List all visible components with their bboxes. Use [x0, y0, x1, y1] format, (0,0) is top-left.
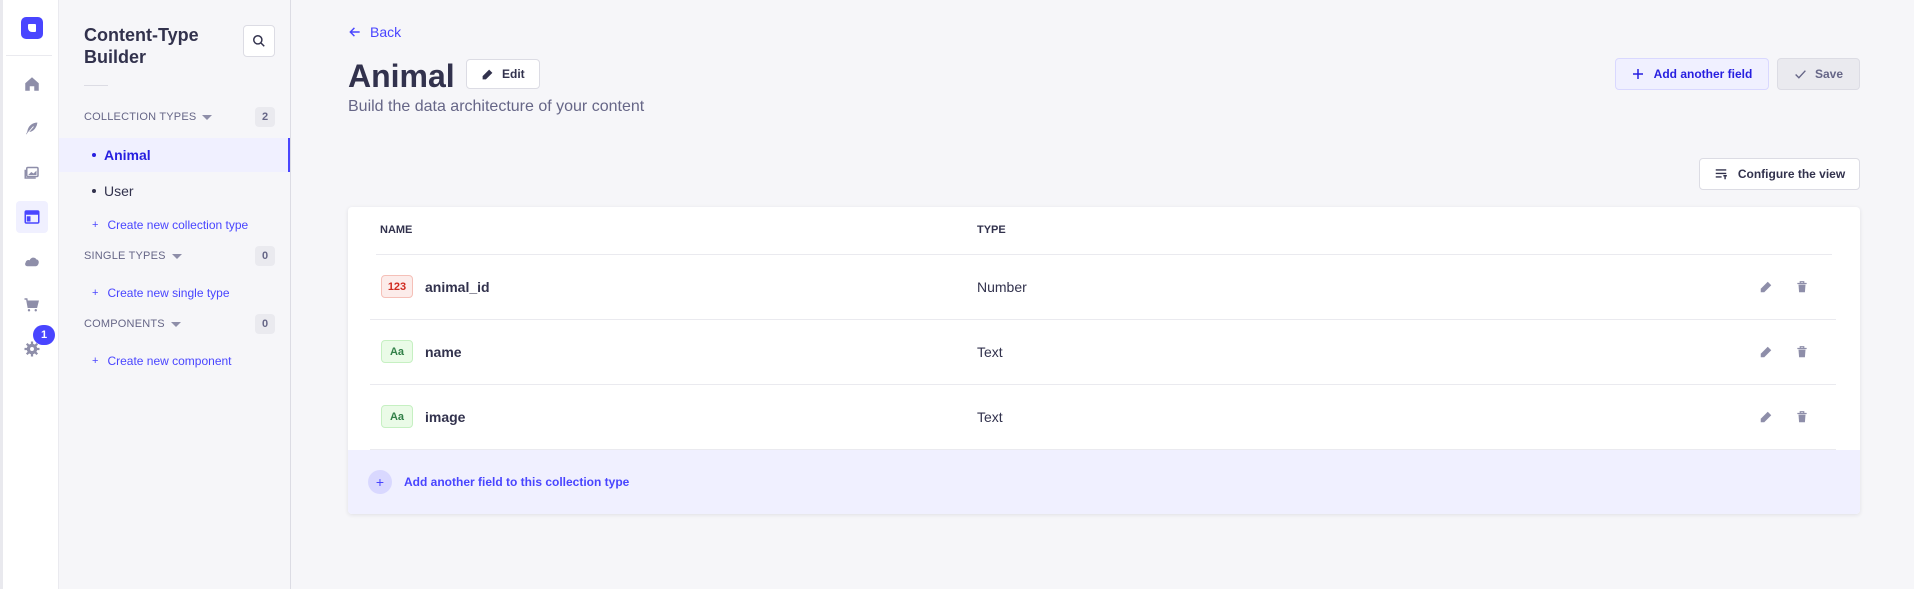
delete-field-button[interactable] [1792, 277, 1812, 297]
arrow-left-icon [349, 27, 360, 37]
components-label: Components [84, 318, 165, 330]
sidebar-item-animal[interactable]: Animal [59, 138, 290, 172]
list-settings-icon [1715, 169, 1727, 180]
content-type-builder-subnav: Content-Type Builder Collection types 2 … [59, 0, 291, 589]
check-icon [1795, 69, 1806, 79]
edit-button[interactable]: Edit [466, 59, 540, 89]
delete-field-button[interactable] [1792, 342, 1812, 362]
subnav-divider [84, 85, 108, 86]
pencil-icon [1760, 411, 1772, 423]
edit-field-button[interactable] [1756, 277, 1776, 297]
plus-icon: + [92, 219, 99, 231]
collection-types-label: Collection types [84, 111, 197, 123]
text-type-icon: Aa [381, 405, 413, 428]
pencil-icon [482, 69, 493, 79]
bullet-icon [92, 153, 96, 157]
collection-types-count: 2 [255, 107, 275, 127]
field-name: name [425, 344, 462, 360]
feather-icon[interactable] [16, 112, 48, 144]
field-type: Text [977, 409, 1003, 425]
collection-types-section[interactable]: Collection types 2 [84, 106, 275, 128]
caret-down-icon [170, 321, 181, 327]
pencil-icon [1760, 346, 1772, 358]
cloud-icon[interactable] [16, 245, 48, 277]
layout-icon[interactable] [16, 201, 48, 233]
pencil-icon [1760, 281, 1772, 293]
components-count: 0 [255, 314, 275, 334]
plus-icon: + [92, 287, 99, 299]
add-field-label: Add another field to this collection typ… [404, 475, 630, 489]
add-another-field-button[interactable]: Add another field [1615, 58, 1769, 90]
field-type: Text [977, 344, 1003, 360]
back-link[interactable]: Back [348, 24, 401, 40]
trash-icon [1797, 281, 1807, 293]
plus-icon [1632, 69, 1643, 79]
create-component-link[interactable]: + Create new component [92, 351, 232, 371]
caret-down-icon [202, 114, 213, 120]
table-header: Name Type [376, 207, 1832, 255]
save-button[interactable]: Save [1777, 58, 1860, 90]
edit-field-button[interactable] [1756, 342, 1776, 362]
text-type-icon: Aa [381, 340, 413, 363]
edit-field-button[interactable] [1756, 407, 1776, 427]
single-types-label: Single types [84, 250, 166, 262]
nav-divider [6, 55, 52, 56]
table-row: Aa name Text [370, 320, 1836, 385]
media-icon[interactable] [16, 156, 48, 188]
cart-icon[interactable] [16, 289, 48, 321]
search-button[interactable] [243, 25, 275, 57]
table-row: Aa image Text [370, 385, 1836, 450]
main-nav: 1 [0, 0, 59, 589]
field-type: Number [977, 279, 1027, 295]
field-name: animal_id [425, 279, 490, 295]
create-collection-type-link[interactable]: + Create new collection type [92, 215, 248, 235]
caret-down-icon [171, 253, 182, 259]
bullet-icon [92, 189, 96, 193]
single-types-count: 0 [255, 246, 275, 266]
page-title: Animal [348, 58, 455, 94]
trash-icon [1797, 411, 1807, 423]
number-type-icon: 123 [381, 275, 413, 298]
create-single-type-link[interactable]: + Create new single type [92, 283, 230, 303]
delete-field-button[interactable] [1792, 407, 1812, 427]
add-field-to-collection-row[interactable]: + Add another field to this collection t… [348, 450, 1860, 514]
plus-icon: + [92, 355, 99, 367]
window-edge [0, 0, 3, 589]
components-section[interactable]: Components 0 [84, 313, 275, 335]
field-name: image [425, 409, 466, 425]
column-header-name: Name [380, 224, 413, 236]
table-row: 123 animal_id Number [370, 255, 1836, 320]
subnav-title: Content-Type Builder [84, 25, 199, 67]
notification-badge: 1 [33, 325, 55, 345]
page-subtitle: Build the data architecture of your cont… [348, 98, 645, 115]
strapi-logo[interactable] [21, 17, 43, 39]
search-icon [253, 35, 265, 47]
column-header-type: Type [977, 224, 1006, 236]
sidebar-item-label: User [104, 183, 134, 199]
configure-view-button[interactable]: Configure the view [1699, 158, 1860, 190]
sidebar-item-label: Animal [104, 147, 151, 163]
plus-circle-icon: + [368, 470, 392, 494]
sidebar-item-user[interactable]: User [59, 174, 290, 208]
single-types-section[interactable]: Single types 0 [84, 245, 275, 267]
fields-table: Name Type 123 animal_id Number Aa name T… [348, 207, 1860, 514]
trash-icon [1797, 346, 1807, 358]
home-icon[interactable] [16, 68, 48, 100]
